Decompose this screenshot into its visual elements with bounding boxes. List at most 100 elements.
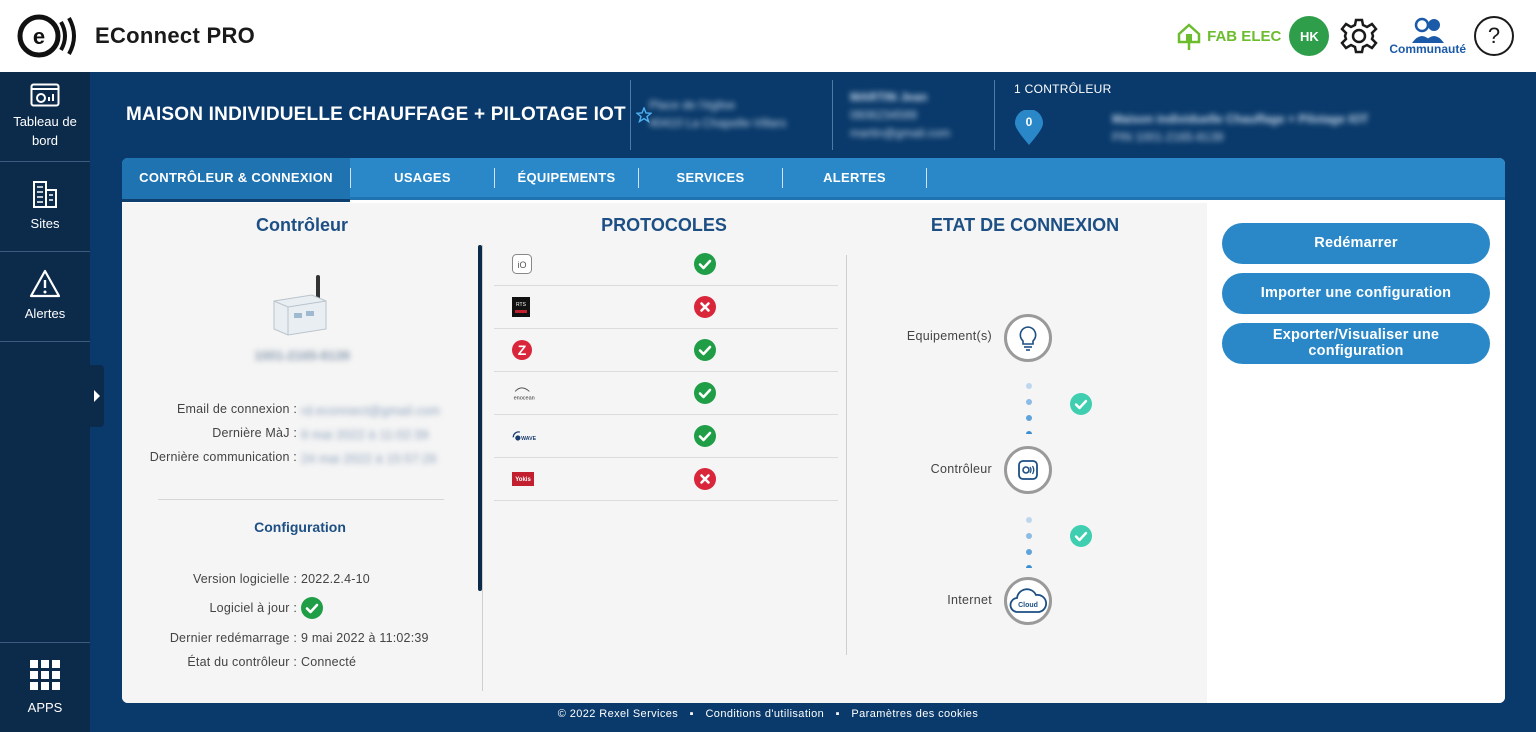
connection-section-title: ETAT DE CONNEXION xyxy=(930,215,1120,235)
protocol-row-zwave: WAVE xyxy=(494,415,838,458)
controller-section-title: Contrôleur xyxy=(256,215,348,235)
warning-icon xyxy=(29,269,61,298)
svg-text:Cloud: Cloud xyxy=(1018,602,1038,609)
sidebar: Tableau de bord Sites Alertes APPS xyxy=(0,72,90,732)
buildings-icon xyxy=(33,181,57,209)
site-title: MAISON INDIVIDUELLE CHAUFFAGE + PILOTAGE… xyxy=(126,104,626,125)
econnect-logo-icon[interactable]: e xyxy=(17,14,77,58)
controller-summary: Maison individuelle Chauffage + Pilotage… xyxy=(1112,112,1369,144)
tab-controller-connection[interactable]: CONTRÔLEUR & CONNEXION xyxy=(122,158,350,202)
sidebar-item-label: Sites xyxy=(30,216,60,232)
sidebar-item-sites[interactable]: Sites xyxy=(0,162,90,252)
import-configuration-button[interactable]: Importer une configuration xyxy=(1222,273,1490,314)
config-row-status: État du contrôleur : Connecté xyxy=(187,655,357,669)
tab-alertes[interactable]: ALERTES xyxy=(783,158,926,199)
rts-logo-icon: RTS xyxy=(512,297,542,317)
sidebar-item-label: Alertes xyxy=(24,306,66,322)
header-divider xyxy=(994,80,995,150)
protocol-status-ok-icon xyxy=(694,253,716,280)
svg-text:Z: Z xyxy=(518,342,527,358)
tab-equipements[interactable]: ÉQUIPEMENTS xyxy=(495,158,638,199)
protocol-row-enocean: enocean xyxy=(494,372,838,415)
check-ok-icon xyxy=(301,597,323,619)
connection-label-equipment: Equipement(s) xyxy=(906,329,992,343)
footer-cookies-link[interactable]: Paramètres des cookies xyxy=(851,708,978,720)
export-configuration-button[interactable]: Exporter/Visualiser une configuration xyxy=(1222,323,1490,364)
connection-node-equipment xyxy=(1004,314,1052,362)
footer-terms-link[interactable]: Conditions d'utilisation xyxy=(705,708,824,720)
tab-services[interactable]: SERVICES xyxy=(639,158,782,199)
link-ok-icon xyxy=(1070,393,1092,420)
community-link[interactable]: Communauté xyxy=(1389,17,1466,55)
sidebar-item-alerts[interactable]: Alertes xyxy=(0,252,90,342)
header-divider xyxy=(832,80,833,150)
sidebar-item-dashboard[interactable]: Tableau de bord xyxy=(0,72,90,162)
controller-count: 1 CONTRÔLEUR xyxy=(1014,82,1112,96)
yokis-logo-icon: Yokis xyxy=(512,472,542,486)
tab-separator xyxy=(926,167,927,188)
tab-usages[interactable]: USAGES xyxy=(351,158,494,199)
site-address: Place de l'église 40410 La Chapelle-Vill… xyxy=(649,98,787,130)
dashboard-icon xyxy=(30,83,60,107)
footer-copyright: © 2022 Rexel Services xyxy=(557,708,679,720)
top-bar: e EConnect PRO FAB ELEC HK Communauté ? xyxy=(0,0,1536,72)
protocol-status-ok-icon xyxy=(694,425,716,452)
controller-device-icon xyxy=(268,273,332,337)
site-header: MAISON INDIVIDUELLE CHAUFFAGE + PILOTAGE… xyxy=(122,80,1506,154)
help-icon[interactable]: ? xyxy=(1474,16,1514,56)
info-row-last-update: Dernière MàJ : 9 mai 2022 à 11:02:39 xyxy=(212,426,429,442)
user-avatar[interactable]: HK xyxy=(1289,16,1330,56)
zwave-logo-icon: WAVE xyxy=(512,426,542,446)
sidebar-expand-handle[interactable] xyxy=(90,365,104,427)
community-users-icon xyxy=(1411,17,1444,43)
tab-bar: CONTRÔLEUR & CONNEXION USAGES ÉQUIPEMENT… xyxy=(122,158,1505,202)
column-divider xyxy=(846,255,847,655)
controller-pin-value: 0 xyxy=(1025,115,1033,129)
protocol-status-ok-icon xyxy=(694,382,716,409)
house-plug-icon xyxy=(1177,23,1201,50)
brand-label: FAB ELEC xyxy=(1207,27,1282,45)
connection-node-controller xyxy=(1004,446,1052,494)
protocol-status-error-icon xyxy=(694,296,716,323)
brand-badge[interactable]: FAB ELEC xyxy=(1175,20,1281,52)
io-homecontrol-logo-icon: iO xyxy=(512,254,542,274)
restart-button[interactable]: Redémarrer xyxy=(1222,223,1490,264)
actions-panel: Redémarrer Importer une configuration Ex… xyxy=(1207,203,1505,703)
svg-text:iO: iO xyxy=(518,260,527,270)
link-ok-icon xyxy=(1070,525,1092,552)
main-card: CONTRÔLEUR & CONNEXION USAGES ÉQUIPEMENT… xyxy=(122,158,1505,703)
configuration-title: Configuration xyxy=(254,519,346,535)
protocol-status-ok-icon xyxy=(694,339,716,366)
svg-text:e: e xyxy=(33,24,45,49)
lightbulb-icon xyxy=(1019,326,1037,351)
header-divider xyxy=(630,80,631,150)
chevron-right-icon xyxy=(94,390,100,402)
info-row-email: Email de connexion : rd.econnect@gmail.c… xyxy=(176,402,441,418)
community-label: Communauté xyxy=(1389,42,1466,56)
protocol-status-error-icon xyxy=(694,468,716,495)
footer-separator: ▪ xyxy=(835,708,840,720)
connection-node-internet: Cloud xyxy=(1004,577,1052,625)
connection-label-internet: Internet xyxy=(947,593,992,607)
config-row-last-restart: Dernier redémarrage : 9 mai 2022 à 11:02… xyxy=(169,631,429,645)
protocol-row-rts: RTS xyxy=(494,286,838,329)
app-title: EConnect PRO xyxy=(95,23,256,48)
settings-gear-icon[interactable] xyxy=(1337,14,1381,58)
protocol-row-yokis: Yokis xyxy=(494,458,838,501)
footer: © 2022 Rexel Services ▪ Conditions d'uti… xyxy=(0,708,1536,720)
content-panel: Contrôleur 1001-2165-8139 Email de conne… xyxy=(122,203,1207,703)
top-right-actions: FAB ELEC HK Communauté ? xyxy=(1175,14,1514,58)
apps-grid-icon xyxy=(30,660,60,690)
protocol-row-zigbee: Z xyxy=(494,329,838,372)
enocean-logo-icon: enocean xyxy=(512,383,542,403)
cloud-icon: Cloud xyxy=(1009,588,1047,613)
site-title-row: MAISON INDIVIDUELLE CHAUFFAGE + PILOTAGE… xyxy=(126,104,652,126)
zigbee-logo-icon: Z xyxy=(512,340,542,360)
protocol-row-io: iO xyxy=(494,243,838,286)
svg-text:enocean: enocean xyxy=(514,395,535,401)
site-contact: MARTIN Jean 0606234599 martin@gmail.com xyxy=(850,90,951,140)
footer-separator: ▪ xyxy=(689,708,694,720)
sidebar-item-label: Tableau de bord xyxy=(13,113,77,148)
controller-serial: 1001-2165-8139 xyxy=(254,348,350,363)
controller-pin-marker[interactable]: 0 xyxy=(1014,109,1044,146)
